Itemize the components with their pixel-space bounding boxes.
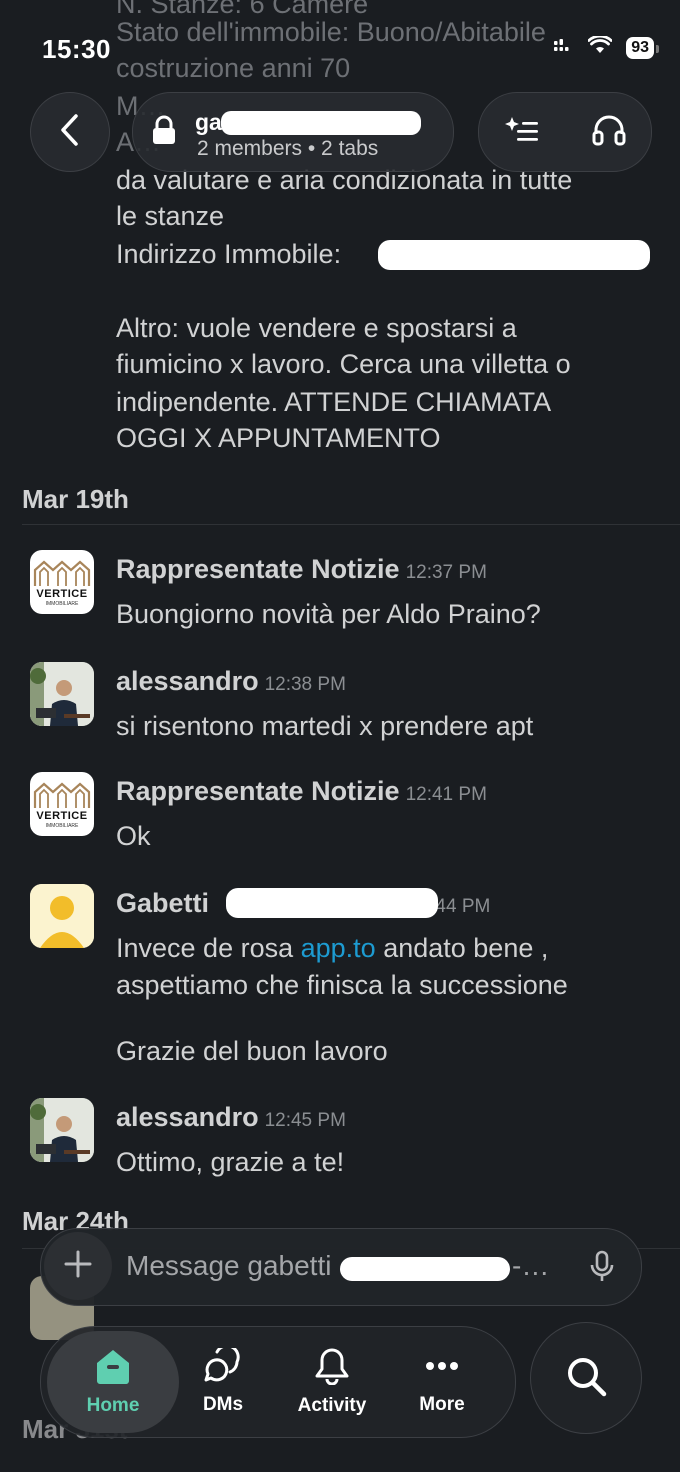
message-author[interactable]: Rappresentate Notizie 12:41 PM xyxy=(116,776,487,807)
profile-photo xyxy=(30,1098,94,1162)
message-line: Indirizzo Immobile: xyxy=(116,239,342,269)
bottom-tab-bar: Home DMs Activity More xyxy=(40,1326,516,1438)
tab-more[interactable]: More xyxy=(397,1327,487,1437)
plus-icon xyxy=(63,1249,93,1284)
channel-subtitle: 2 members • 2 tabs xyxy=(197,137,379,160)
message-line: costruzione anni 70 xyxy=(116,53,351,83)
profile-photo xyxy=(30,662,94,726)
status-icons: 93 xyxy=(554,34,659,59)
message-author[interactable]: alessandro 12:45 PM xyxy=(116,1102,346,1133)
search-icon xyxy=(564,1354,608,1403)
avatar[interactable] xyxy=(30,662,94,726)
channel-header[interactable]: ga… 2 members • 2 tabs xyxy=(132,92,454,172)
filter-icon[interactable] xyxy=(504,115,541,150)
lock-icon xyxy=(151,115,177,150)
back-button[interactable] xyxy=(30,92,110,172)
message-link[interactable]: app.to xyxy=(301,933,376,963)
message-author[interactable]: alessandro 12:38 PM xyxy=(116,666,346,697)
message-text: Grazie del buon lavoro xyxy=(116,1036,388,1066)
logo-subtext: IMMOBILIARE xyxy=(45,823,79,829)
default-avatar-icon xyxy=(30,884,94,948)
tab-activity[interactable]: Activity xyxy=(287,1327,377,1437)
search-button[interactable] xyxy=(530,1322,642,1434)
message-line: le stanze xyxy=(116,201,225,231)
avatar[interactable] xyxy=(30,884,94,948)
header-actions xyxy=(478,92,652,172)
logo-text: VERTICE xyxy=(36,810,88,822)
tab-label: Home xyxy=(86,1395,140,1416)
add-attachment-button[interactable] xyxy=(44,1232,112,1300)
tab-label: DMs xyxy=(202,1394,244,1415)
wifi-icon xyxy=(587,34,613,59)
date-divider: Mar 19th xyxy=(22,484,129,514)
message-author[interactable]: Rappresentate Notizie 12:37 PM xyxy=(116,554,487,585)
message-line: Stato dell'immobile: Buono/Abitabile xyxy=(116,17,546,47)
message-text: aspettiamo che finisca la successione xyxy=(116,970,568,1000)
redaction xyxy=(340,1257,510,1281)
composer-placeholder-suffix: -… xyxy=(512,1250,550,1281)
divider-line xyxy=(22,524,680,525)
home-icon xyxy=(93,1347,133,1391)
tab-home[interactable]: Home xyxy=(47,1331,179,1433)
message-line: OGGI X APPUNTAMENTO xyxy=(116,423,441,453)
redaction xyxy=(221,111,421,135)
message-time: 12:37 PM xyxy=(405,562,487,583)
message-time: 12:41 PM xyxy=(405,784,487,805)
message-text: Ottimo, grazie a te! xyxy=(116,1147,345,1177)
composer-placeholder[interactable]: Message gabetti xyxy=(126,1250,331,1282)
redaction xyxy=(226,888,438,918)
logo-subtext: IMMOBILIARE xyxy=(45,601,79,607)
message-line: fiumicino x lavoro. Cerca una villetta o xyxy=(116,349,571,379)
avatar[interactable]: VERTICE IMMOBILIARE xyxy=(30,772,94,836)
message-line: Altro: vuole vendere e spostarsi a xyxy=(116,313,517,343)
message-text: Ok xyxy=(116,821,151,851)
microphone-icon[interactable] xyxy=(588,1250,616,1289)
signal-icon xyxy=(554,37,574,58)
headphones-icon[interactable] xyxy=(592,114,626,151)
tab-label: Activity xyxy=(297,1395,367,1416)
bell-icon xyxy=(314,1347,350,1391)
avatar[interactable] xyxy=(30,1098,94,1162)
tab-label: More xyxy=(419,1394,465,1415)
message-text: si risentono martedi x prendere apt xyxy=(116,711,534,741)
message-time: 12:38 PM xyxy=(264,674,346,695)
message-line: indipendente. ATTENDE CHIAMATA xyxy=(116,387,552,417)
tab-dms[interactable]: DMs xyxy=(181,1327,265,1437)
battery-indicator: 93 xyxy=(626,36,659,59)
message-text: Invece de rosa app.to andato bene , xyxy=(116,933,549,963)
more-icon xyxy=(422,1348,462,1390)
avatar[interactable]: VERTICE IMMOBILIARE xyxy=(30,550,94,614)
message-time: 12:45 PM xyxy=(264,1110,346,1131)
message-text: Buongiorno novità per Aldo Praino? xyxy=(116,599,541,629)
logo-text: VERTICE xyxy=(36,588,88,600)
back-icon xyxy=(59,113,81,152)
dms-icon xyxy=(203,1344,243,1390)
redaction xyxy=(378,240,650,270)
status-time: 15:30 xyxy=(42,34,111,64)
